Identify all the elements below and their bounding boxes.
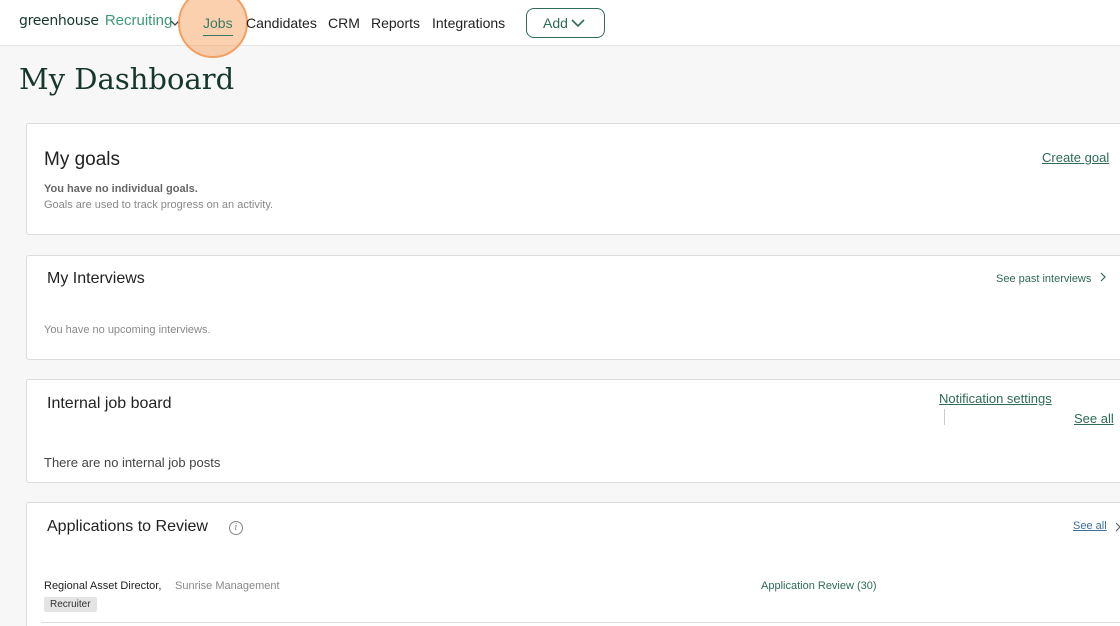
nav-reports[interactable]: Reports xyxy=(371,15,420,31)
applications-see-all-link[interactable]: See all xyxy=(1073,520,1107,532)
chevron-down-icon xyxy=(571,19,585,28)
notification-settings-link[interactable]: Notification settings xyxy=(939,391,1052,406)
see-past-interviews-link[interactable]: See past interviews xyxy=(996,272,1107,285)
add-button-label: Add xyxy=(543,15,568,31)
create-goal-link[interactable]: Create goal xyxy=(1042,150,1109,165)
interviews-card: My Interviews See past interviews You ha… xyxy=(26,255,1120,360)
nav-candidates[interactable]: Candidates xyxy=(246,15,317,31)
nav-crm[interactable]: CRM xyxy=(328,15,360,31)
applications-card: Applications to Review i See all Regiona… xyxy=(26,502,1120,626)
top-navigation-bar: greenhouse Recruiting Jobs Candidates CR… xyxy=(0,0,1120,58)
product-name: Recruiting xyxy=(104,12,173,29)
application-stage-link[interactable]: Application Review (30) xyxy=(761,580,877,592)
goals-empty-title: You have no individual goals. xyxy=(44,183,198,195)
chevron-right-icon xyxy=(1115,522,1120,532)
role-tag: Recruiter xyxy=(44,597,97,612)
goals-card: My goals Create goal You have no individ… xyxy=(26,123,1120,235)
job-board-title: Internal job board xyxy=(47,395,172,412)
goals-empty-desc: Goals are used to track progress on an a… xyxy=(44,199,274,211)
table-row[interactable]: Regional Asset Director, Sunrise Managem… xyxy=(41,573,1120,623)
job-board-card: Internal job board Notification settings… xyxy=(26,379,1120,483)
application-job-title[interactable]: Regional Asset Director, xyxy=(44,580,161,592)
app-logo[interactable]: greenhouse Recruiting xyxy=(19,12,172,29)
applications-title: Applications to Review xyxy=(47,518,208,535)
job-board-empty: There are no internal job posts xyxy=(44,455,221,470)
brand-name: greenhouse xyxy=(19,13,99,29)
chevron-right-icon xyxy=(1101,272,1107,282)
nav-jobs[interactable]: Jobs xyxy=(203,15,233,36)
see-past-interviews-label: See past interviews xyxy=(996,273,1092,285)
interviews-title: My Interviews xyxy=(47,270,145,287)
application-company: Sunrise Management xyxy=(175,580,280,592)
divider xyxy=(944,409,945,425)
add-button[interactable]: Add xyxy=(526,8,605,38)
interviews-empty: You have no upcoming interviews. xyxy=(44,324,211,336)
job-board-see-all-link[interactable]: See all xyxy=(1074,411,1114,426)
info-icon[interactable]: i xyxy=(229,521,243,535)
nav-integrations[interactable]: Integrations xyxy=(432,15,505,31)
goals-title: My goals xyxy=(44,149,121,170)
page-title: My Dashboard xyxy=(19,62,235,96)
